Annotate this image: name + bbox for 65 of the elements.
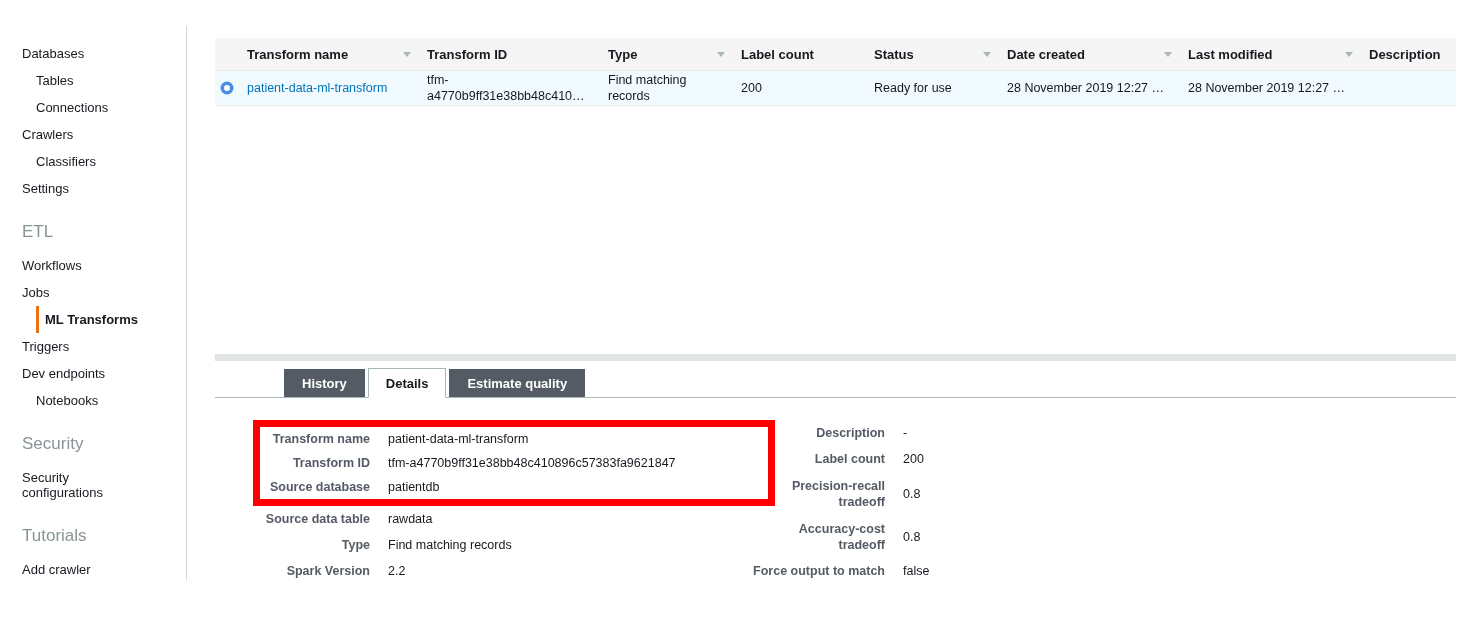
sidebar-item[interactable]: Crawlers (22, 121, 132, 148)
sidebar-item[interactable]: Databases (22, 40, 132, 67)
detail-value: false (903, 564, 930, 578)
detail-value: patient-data-ml-transform (388, 432, 530, 446)
tab[interactable]: Details (367, 368, 447, 398)
detail-label: Source data table (264, 511, 370, 527)
column-header[interactable]: Status (866, 46, 999, 62)
panel-splitter[interactable] (215, 354, 1456, 361)
sidebar-item[interactable]: Triggers (22, 333, 132, 360)
table-cell-text: 28 November 2019 12:27 … (1006, 80, 1166, 96)
table-cell-text: 28 November 2019 12:27 … (1187, 80, 1347, 96)
sidebar-item[interactable]: Jobs (22, 279, 132, 306)
sidebar-item[interactable]: Security configurations (22, 464, 132, 506)
column-header[interactable]: Date created (999, 46, 1180, 62)
table-row[interactable]: patient-data-ml-transform tfm- a4770b9ff31e38bb48c410… Find matching records 200 Ready for use 28 November 2019 12:27 … 28 November 2019 12:27 … (215, 71, 1456, 106)
detail-label: Label count (813, 451, 885, 467)
detail-label: Transform name (271, 431, 370, 447)
detail-label: Type (340, 537, 370, 553)
sidebar-item[interactable]: ML Transforms (36, 306, 186, 333)
detail-value: - (903, 426, 909, 440)
detail-label: Precision-recall tradeoff (790, 477, 885, 510)
section-heading: Security (22, 434, 85, 454)
table-cell-text: Ready for use (873, 80, 953, 96)
column-header[interactable]: Description (1361, 46, 1455, 62)
detail-label: Force output to match (752, 563, 885, 579)
sort-caret-icon[interactable] (717, 51, 725, 57)
sidebar-item[interactable]: Add crawler (22, 556, 132, 580)
sort-caret-icon[interactable] (983, 51, 991, 57)
detail-value: Find matching records (388, 538, 513, 552)
detail-value: tfm-a4770b9ff31e38bb48c410896c57383fa9621847 (388, 456, 677, 470)
section-heading: Tutorials (22, 526, 88, 546)
table-cell-text: tfm- a4770b9ff31e38bb48c410… (426, 72, 586, 104)
transform-link[interactable]: patient-data-ml-transform (239, 80, 419, 96)
detail-value: 0.8 (903, 486, 922, 501)
detail-value: 0.8 (903, 529, 922, 544)
radio-button[interactable] (221, 82, 233, 94)
detail-label: Description (815, 425, 885, 441)
sidebar-item[interactable]: Workflows (22, 252, 132, 279)
sidebar-item[interactable]: Settings (22, 175, 132, 202)
tab[interactable]: Estimate quality (449, 369, 586, 397)
column-header[interactable]: Transform name (239, 46, 419, 62)
sidebar-item[interactable]: Dev endpoints (22, 360, 132, 387)
sidebar-item[interactable]: Classifiers (36, 148, 186, 175)
table-cell-text: 200 (740, 80, 763, 96)
detail-value: 200 (903, 452, 925, 466)
sidebar-item[interactable]: Tables (36, 67, 186, 94)
column-header[interactable]: Transform ID (419, 46, 600, 62)
sort-caret-icon[interactable] (1345, 51, 1353, 57)
detail-value: 2.2 (388, 564, 407, 578)
sort-caret-icon[interactable] (1164, 51, 1172, 57)
detail-value: patientdb (388, 480, 441, 494)
tab[interactable]: History (284, 369, 365, 397)
sidebar-item[interactable]: Notebooks (36, 387, 186, 414)
detail-value: rawdata (388, 512, 434, 526)
sort-caret-icon[interactable] (403, 51, 411, 57)
detail-label: Source database (268, 479, 370, 495)
detail-label: Spark Version (285, 563, 370, 579)
table-cell-text: Find matching records (607, 72, 688, 104)
detail-label: Transform ID (291, 455, 370, 471)
column-header[interactable]: Type (600, 46, 733, 62)
detail-label: Accuracy-cost tradeoff (797, 520, 885, 553)
column-header[interactable]: Label count (733, 46, 866, 62)
column-header[interactable]: Last modified (1180, 46, 1361, 62)
sidebar-item[interactable]: Connections (36, 94, 186, 121)
section-heading: ETL (22, 222, 55, 242)
